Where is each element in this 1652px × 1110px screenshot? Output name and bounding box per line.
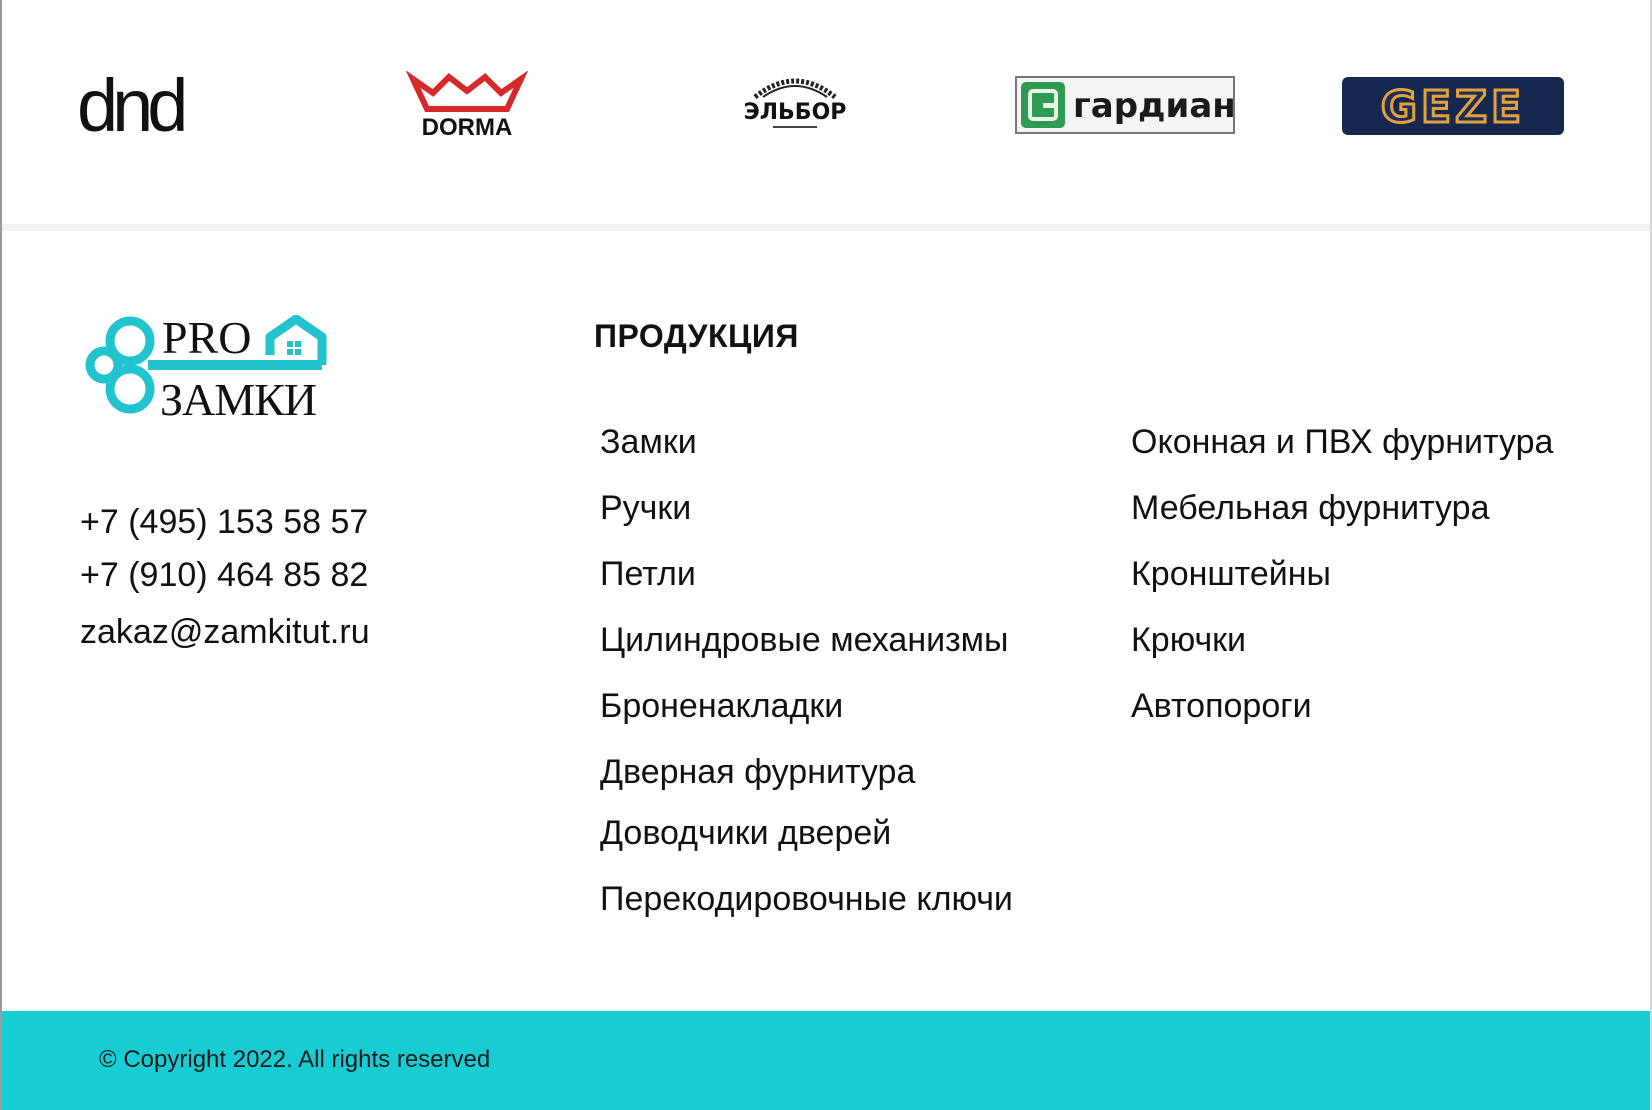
product-link-handles[interactable]: Ручки: [600, 491, 691, 525]
brand-elbor[interactable]: ЭЛЬБОР: [730, 70, 860, 142]
brand-dorma[interactable]: DORMA: [402, 70, 532, 142]
products-heading: ПРОДУКЦИЯ: [594, 318, 799, 354]
svg-text:PRO: PRO: [162, 315, 251, 363]
copyright-bar: © Copyright 2022. All rights reserved: [2, 1011, 1650, 1110]
copyright-text: © Copyright 2022. All rights reserved: [99, 1046, 491, 1073]
product-link-locks[interactable]: Замки: [600, 425, 697, 459]
product-link-armor-plates[interactable]: Броненакладки: [600, 689, 843, 723]
phone-link-1[interactable]: +7 (495) 153 58 57: [80, 505, 368, 539]
svg-text:DORMA: DORMA: [422, 114, 513, 141]
phone-link-2[interactable]: +7 (910) 464 85 82: [80, 558, 368, 592]
email-link[interactable]: zakaz@zamkitut.ru: [80, 615, 370, 649]
product-link-window-pvc[interactable]: Оконная и ПВХ фурнитура: [1131, 425, 1553, 459]
product-link-recoding-keys[interactable]: Перекодировочные ключи: [600, 882, 1013, 916]
page: dnd DORMA ЭЛЬБОР гардиан GEZE PRO ЗАМКИ …: [0, 0, 1652, 1110]
dorma-logo: DORMA: [405, 71, 529, 141]
product-link-door-hardware[interactable]: Дверная фурнитура: [600, 755, 915, 789]
dnd-logo: dnd: [77, 71, 190, 141]
svg-text:dnd: dnd: [77, 71, 184, 141]
svg-text:ЗАМКИ: ЗАМКИ: [160, 374, 316, 425]
brand-strip: dnd DORMA ЭЛЬБОР гардиан GEZE: [2, 0, 1650, 231]
svg-text:GEZE: GEZE: [1381, 82, 1525, 133]
brand-gardian[interactable]: гардиан: [1014, 70, 1236, 142]
product-link-cylinders[interactable]: Цилиндровые механизмы: [600, 623, 1009, 657]
svg-text:гардиан: гардиан: [1073, 86, 1235, 126]
product-link-door-closers[interactable]: Доводчики дверей: [600, 816, 891, 850]
brand-dnd[interactable]: dnd: [68, 70, 208, 142]
brand-geze[interactable]: GEZE: [1340, 70, 1566, 142]
site-logo[interactable]: PRO ЗАМКИ: [82, 312, 337, 425]
elbor-logo: ЭЛЬБОР: [744, 78, 847, 128]
geze-logo: GEZE: [1342, 77, 1564, 135]
product-link-hinges[interactable]: Петли: [600, 557, 696, 591]
product-link-hooks[interactable]: Крючки: [1131, 623, 1246, 657]
product-link-furniture-hardware[interactable]: Мебельная фурнитура: [1131, 491, 1489, 525]
product-link-brackets[interactable]: Кронштейны: [1131, 557, 1331, 591]
product-link-auto-thresholds[interactable]: Автопороги: [1131, 689, 1312, 723]
gardian-logo: гардиан: [1015, 76, 1235, 134]
pro-zamki-logo: PRO ЗАМКИ: [85, 312, 327, 425]
svg-text:ЭЛЬБОР: ЭЛЬБОР: [744, 100, 847, 125]
